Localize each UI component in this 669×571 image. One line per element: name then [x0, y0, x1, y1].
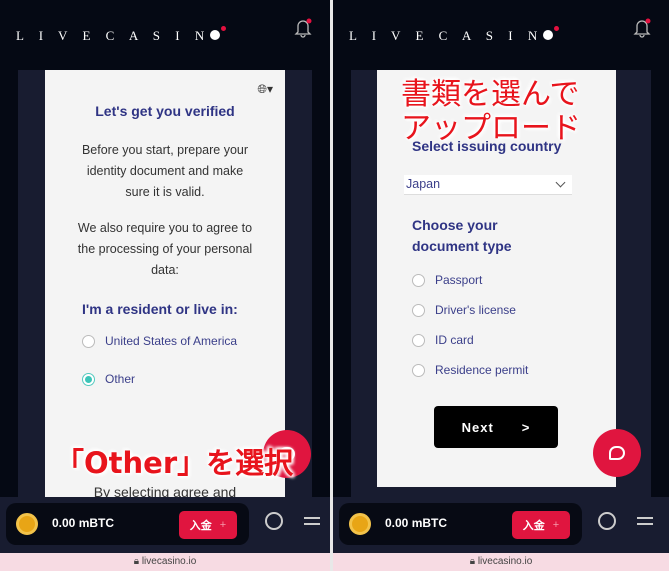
menu-icon[interactable]	[637, 517, 653, 525]
balance: 0.00 mBTC	[52, 516, 115, 530]
right-screen: L I V E C A S I N Select issuing country…	[333, 0, 669, 571]
radio-label: ID card	[435, 333, 474, 347]
lock-icon: 🔒︎	[133, 556, 140, 567]
country-select[interactable]: Japan	[404, 175, 572, 195]
radio-passport[interactable]: Passport	[412, 273, 616, 287]
annotation: 「Other」を選択	[55, 446, 294, 480]
wallet: 0.00 mBTC 入金 +	[339, 503, 582, 545]
next-button[interactable]: Next >	[434, 406, 558, 448]
radio-label: Other	[105, 372, 136, 386]
content-area: 🌐︎▾ Let's get you verified Before you st…	[18, 70, 312, 497]
url-bar: 🔒︎ livecasino.io	[0, 553, 330, 571]
verification-card: 🌐︎▾ Let's get you verified Before you st…	[45, 70, 285, 497]
lock-icon: 🔒︎	[469, 556, 476, 567]
radio-residence-permit[interactable]: Residence permit	[412, 363, 616, 377]
deposit-button[interactable]: 入金 +	[179, 511, 237, 539]
logo: L I V E C A S I N	[349, 26, 560, 44]
url-bar: 🔒︎ livecasino.io	[333, 553, 669, 571]
radio-id-card[interactable]: ID card	[412, 333, 616, 347]
search-icon[interactable]	[598, 512, 616, 530]
coin-icon	[16, 513, 38, 535]
radio-label: Driver's license	[435, 303, 516, 317]
radio-other[interactable]: Other	[82, 372, 265, 386]
menu-icon[interactable]	[304, 517, 320, 525]
radio-label: Passport	[435, 273, 483, 287]
wallet: 0.00 mBTC 入金 +	[6, 503, 249, 545]
residence-heading: I'm a resident or live in:	[82, 301, 238, 317]
bell-icon[interactable]	[633, 18, 651, 38]
coin-icon	[349, 513, 371, 535]
radio-usa[interactable]: United States of America	[82, 334, 265, 348]
left-screen: L I V E C A S I N 🌐︎▾ Let's get you veri…	[0, 0, 330, 571]
chat-button[interactable]	[593, 429, 641, 477]
balance: 0.00 mBTC	[385, 516, 448, 530]
bottom-bar: 0.00 mBTC 入金 +	[0, 497, 330, 553]
radio-label: United States of America	[105, 334, 238, 348]
annotation: 書類を選んで アップロード	[401, 77, 581, 146]
deposit-button[interactable]: 入金 +	[512, 511, 570, 539]
consent-text: We also require you to agree to the proc…	[77, 221, 253, 277]
bottom-bar: 0.00 mBTC 入金 +	[333, 497, 669, 553]
logo: L I V E C A S I N	[16, 26, 227, 44]
radio-label: Residence permit	[435, 363, 529, 377]
globe-icon: 🌐︎	[257, 82, 267, 96]
chat-icon	[609, 446, 625, 460]
language-selector[interactable]: 🌐︎▾	[257, 82, 273, 97]
agreement-text: By selecting agree and	[93, 484, 237, 497]
intro-text: Before you start, prepare your identity …	[81, 143, 249, 199]
radio-drivers-license[interactable]: Driver's license	[412, 303, 616, 317]
doc-type-heading: Choose your document type	[412, 217, 512, 254]
bell-icon[interactable]	[294, 18, 312, 38]
search-icon[interactable]	[265, 512, 283, 530]
page-title: Let's get you verified	[95, 103, 235, 119]
